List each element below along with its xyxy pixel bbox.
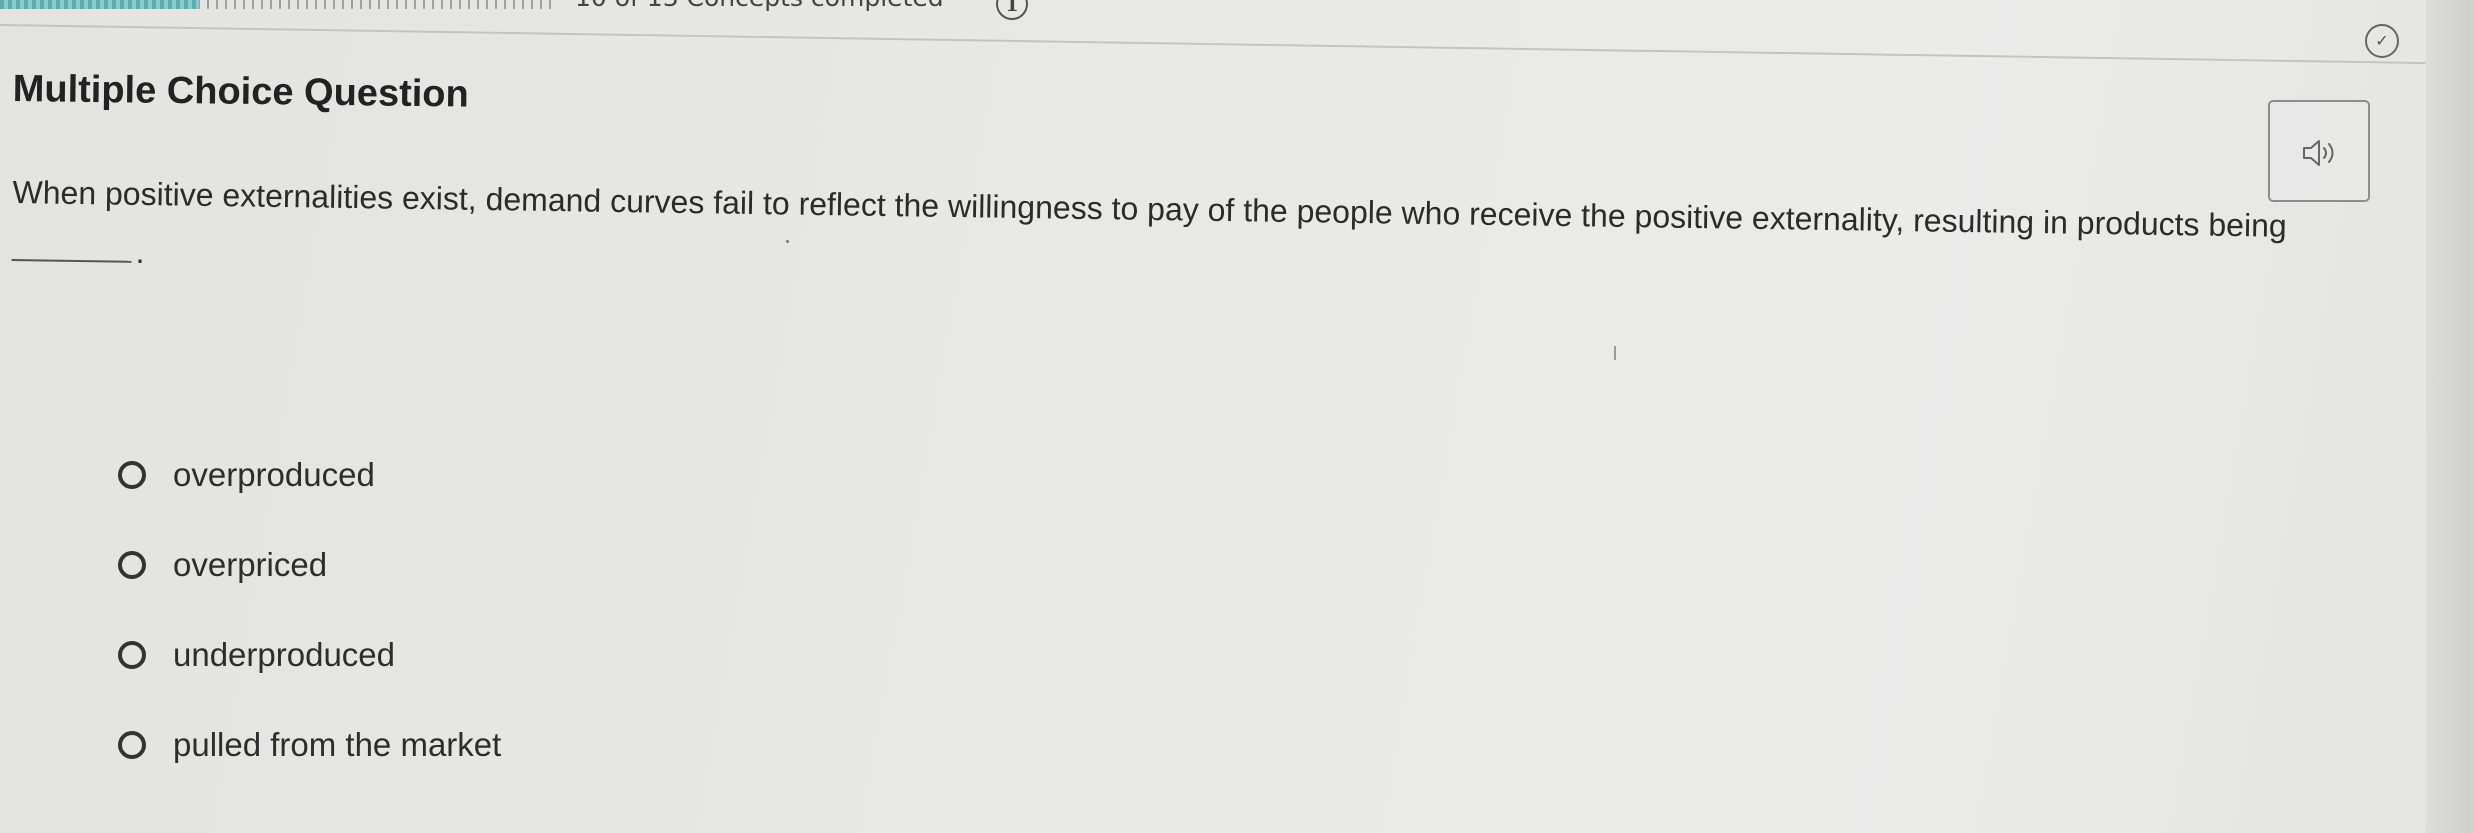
radio-button[interactable] <box>118 641 146 669</box>
answer-options: overproduced overpriced underproduced pu… <box>118 430 501 790</box>
check-circle-icon[interactable]: ✓ <box>2365 24 2399 58</box>
speaker-icon <box>2303 140 2334 166</box>
question-text: When positive externalities exist, deman… <box>12 173 2287 244</box>
radio-button[interactable] <box>118 551 146 579</box>
progress-track <box>0 0 552 9</box>
question-suffix: . <box>135 233 145 270</box>
question-prompt: When positive externalities exist, deman… <box>11 163 2392 314</box>
screen-edge-shadow <box>2426 0 2474 833</box>
progress-status-text: 10 of 13 Concepts completed <box>575 0 944 12</box>
option-pulled-from-the-market[interactable]: pulled from the market <box>118 700 501 790</box>
question-type-title: Multiple Choice Question <box>12 68 469 116</box>
option-label: underproduced <box>173 636 396 673</box>
screen-speck <box>786 240 789 243</box>
option-overproduced[interactable]: overproduced <box>118 430 501 520</box>
answer-blank <box>11 258 132 263</box>
option-label: pulled from the market <box>173 726 502 763</box>
option-label: overproduced <box>173 456 375 493</box>
screen-speck <box>1614 346 1616 360</box>
radio-button[interactable] <box>118 731 146 759</box>
option-underproduced[interactable]: underproduced <box>118 610 501 700</box>
radio-button[interactable] <box>118 461 146 489</box>
progress-info-badge[interactable]: 1 <box>996 0 1028 20</box>
concept-progress-bar: 10 of 13 Concepts completed 1 <box>0 0 2426 30</box>
progress-fill <box>0 0 199 9</box>
option-overpriced[interactable]: overpriced <box>118 520 501 610</box>
read-aloud-button[interactable] <box>2268 100 2370 202</box>
header-divider <box>0 24 2426 65</box>
option-label: overpriced <box>173 546 328 583</box>
